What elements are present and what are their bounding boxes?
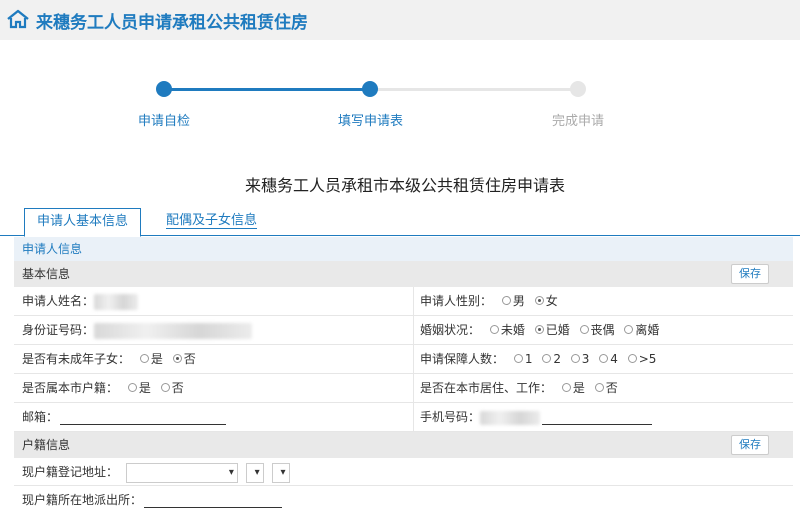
- minor-radio-no[interactable]: [172, 354, 182, 363]
- home-icon[interactable]: [6, 9, 30, 29]
- field-label: 婚姻状况：: [420, 323, 481, 337]
- tab-label: 配偶及子女信息: [166, 213, 258, 229]
- section-title: 基本信息: [22, 267, 71, 281]
- form-row: 现户籍所在地派出所：: [14, 486, 793, 514]
- form-row: 申请人姓名： 申请人性别： 男 女: [14, 287, 793, 316]
- header-bar: 来穗务工人员申请承租公共租赁住房: [0, 0, 800, 40]
- minor-radio-yes[interactable]: [139, 354, 149, 363]
- local-huji-field: 是否属本市户籍： 是 否: [22, 381, 184, 395]
- marital-radio-divorced[interactable]: [624, 325, 634, 334]
- email-input[interactable]: [60, 411, 227, 425]
- step-label-1: 申请自检: [138, 114, 191, 129]
- count-radio-5plus[interactable]: [627, 354, 637, 363]
- panel-title: 申请人信息: [14, 237, 793, 261]
- gender-radio-female[interactable]: [534, 296, 544, 305]
- form-row: 是否属本市户籍： 是 否 是否在本市居住、工作： 是 否: [14, 374, 793, 403]
- huji-address-field: 现户籍登记地址：: [22, 458, 290, 486]
- marital-radio-married[interactable]: [534, 325, 544, 334]
- progress-steps: 申请自检 填写申请表 完成申请: [0, 78, 800, 138]
- marital-radio-single[interactable]: [489, 325, 499, 334]
- count-radio-4[interactable]: [599, 354, 609, 363]
- email-field: 邮箱：: [22, 403, 227, 432]
- minor-children-field: 是否有未成年子女： 是 否: [22, 352, 196, 366]
- district-select[interactable]: [271, 462, 290, 483]
- marital-radio-widowed[interactable]: [579, 325, 589, 334]
- field-label: 是否在本市居住、工作：: [420, 381, 553, 395]
- id-number-field: 身份证号码：: [22, 316, 253, 345]
- id-number-input[interactable]: [94, 322, 253, 339]
- step-label-2: 填写申请表: [338, 114, 404, 129]
- section-header-household: 户籍信息 保存: [14, 432, 793, 458]
- live-radio-no[interactable]: [594, 383, 604, 392]
- field-label: 申请人性别：: [420, 294, 493, 308]
- form-row: 身份证号码： 婚姻状况： 未婚 已婚 丧偶 离婚: [14, 316, 793, 345]
- household-count-field: 申请保障人数： 1 2 3 4 >5: [420, 352, 657, 366]
- phone-field: 手机号码：: [420, 403, 653, 432]
- form-title: 来穗务工人员承租市本级公共租赁住房申请表: [244, 176, 565, 195]
- police-station-input[interactable]: [144, 494, 283, 508]
- field-label: 是否有未成年子女：: [22, 352, 131, 366]
- count-radio-2[interactable]: [542, 354, 552, 363]
- step-line-pending: [370, 88, 578, 91]
- field-label: 现户籍所在地派出所：: [22, 493, 143, 507]
- field-label: 手机号码：: [420, 410, 481, 424]
- province-select[interactable]: [125, 462, 238, 483]
- field-label: 申请人姓名：: [22, 294, 95, 308]
- tab-applicant-basic-info[interactable]: 申请人基本信息: [24, 208, 142, 237]
- field-label: 现户籍登记地址：: [22, 465, 119, 479]
- form-row: 邮箱： 手机号码：: [14, 403, 793, 432]
- step-dot-2: [362, 81, 378, 97]
- live-radio-yes[interactable]: [561, 383, 571, 392]
- live-work-field: 是否在本市居住、工作： 是 否: [420, 381, 618, 395]
- field-label: 身份证号码：: [22, 323, 95, 337]
- applicant-name-field: 申请人姓名：: [22, 287, 139, 316]
- city-select[interactable]: [245, 462, 264, 483]
- step-dot-3: [570, 81, 586, 97]
- count-radio-1[interactable]: [513, 354, 523, 363]
- form-panel: 申请人信息 基本信息 保存 申请人姓名： 申请人性别： 男 女 身份证号码： 婚…: [14, 237, 793, 514]
- tab-bar: 申请人基本信息 配偶及子女信息: [0, 208, 800, 237]
- gender-radio-male[interactable]: [501, 296, 511, 305]
- form-row: 是否有未成年子女： 是 否 申请保障人数： 1 2 3 4 >5: [14, 345, 793, 374]
- tab-spouse-children-info[interactable]: 配偶及子女信息: [154, 208, 269, 236]
- phone-input[interactable]: [480, 410, 541, 425]
- step-label-3: 完成申请: [552, 114, 605, 129]
- police-station-field: 现户籍所在地派出所：: [22, 486, 283, 514]
- page-title: 来穗务工人员申请承租公共租赁住房: [36, 13, 308, 33]
- field-label: 邮箱：: [22, 410, 59, 424]
- section-title: 户籍信息: [22, 438, 71, 452]
- field-label: 申请保障人数：: [420, 352, 505, 366]
- save-household-button[interactable]: 保存: [731, 435, 769, 455]
- huji-radio-no[interactable]: [160, 383, 170, 392]
- count-radio-3[interactable]: [570, 354, 580, 363]
- section-header-basic: 基本信息 保存: [14, 261, 793, 287]
- gender-field: 申请人性别： 男 女: [420, 294, 558, 308]
- step-dot-1: [156, 81, 172, 97]
- marital-status-field: 婚姻状况： 未婚 已婚 丧偶 离婚: [420, 323, 660, 337]
- applicant-name-value[interactable]: [94, 293, 139, 310]
- form-row: 现户籍登记地址：: [14, 458, 793, 486]
- huji-radio-yes[interactable]: [127, 383, 137, 392]
- field-label: 是否属本市户籍：: [22, 381, 119, 395]
- save-basic-button[interactable]: 保存: [731, 264, 769, 284]
- step-line-done: [164, 88, 370, 91]
